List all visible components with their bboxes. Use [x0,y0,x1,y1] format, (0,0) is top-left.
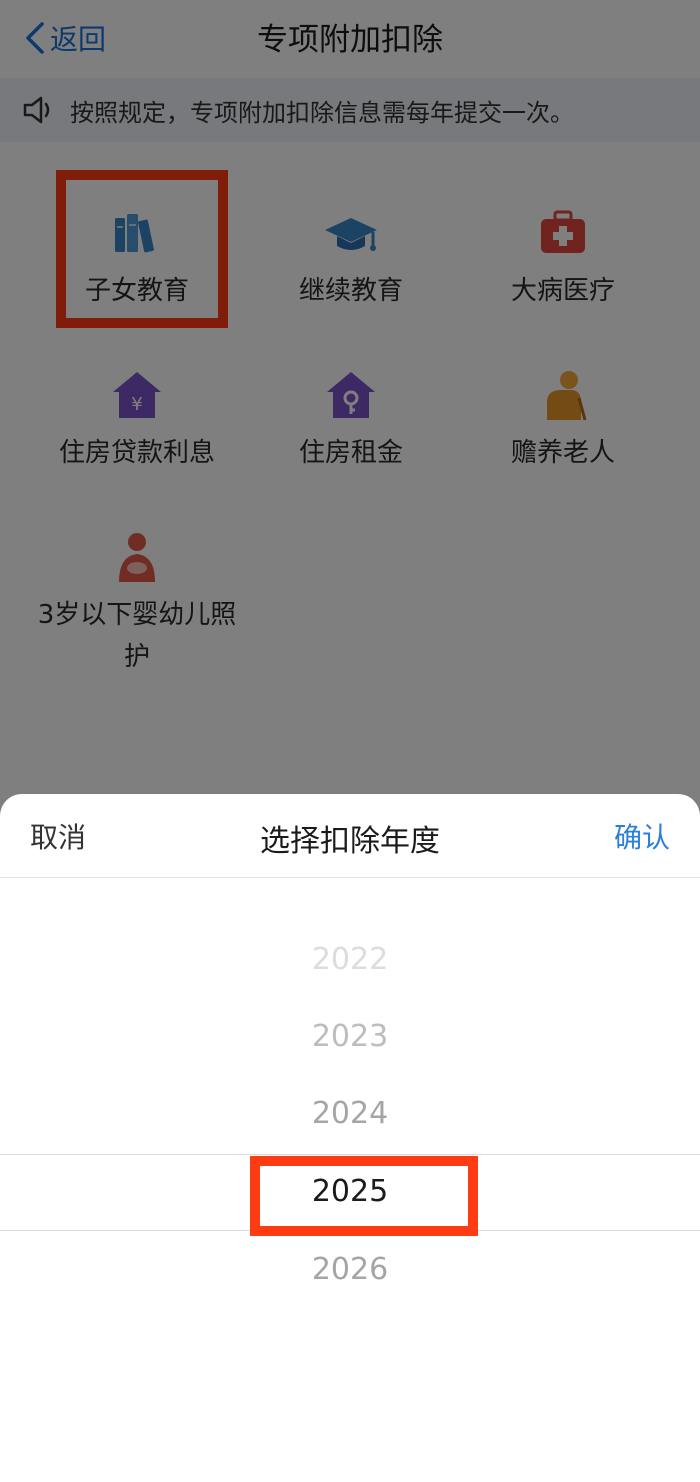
year-option[interactable]: 2024 [0,1094,700,1134]
sheet-header: 取消 选择扣除年度 确认 [0,794,700,878]
selection-line-top [0,1154,700,1155]
confirm-button[interactable]: 确认 [614,816,670,856]
year-option[interactable]: 2022 [0,940,700,980]
year-picker-sheet: 取消 选择扣除年度 确认 2022 2023 2024 2025 2026 [0,794,700,1482]
year-option[interactable]: 2023 [0,1017,700,1057]
highlight-box [250,1156,478,1236]
sheet-title: 选择扣除年度 [260,824,440,859]
year-option[interactable]: 2026 [0,1250,700,1290]
